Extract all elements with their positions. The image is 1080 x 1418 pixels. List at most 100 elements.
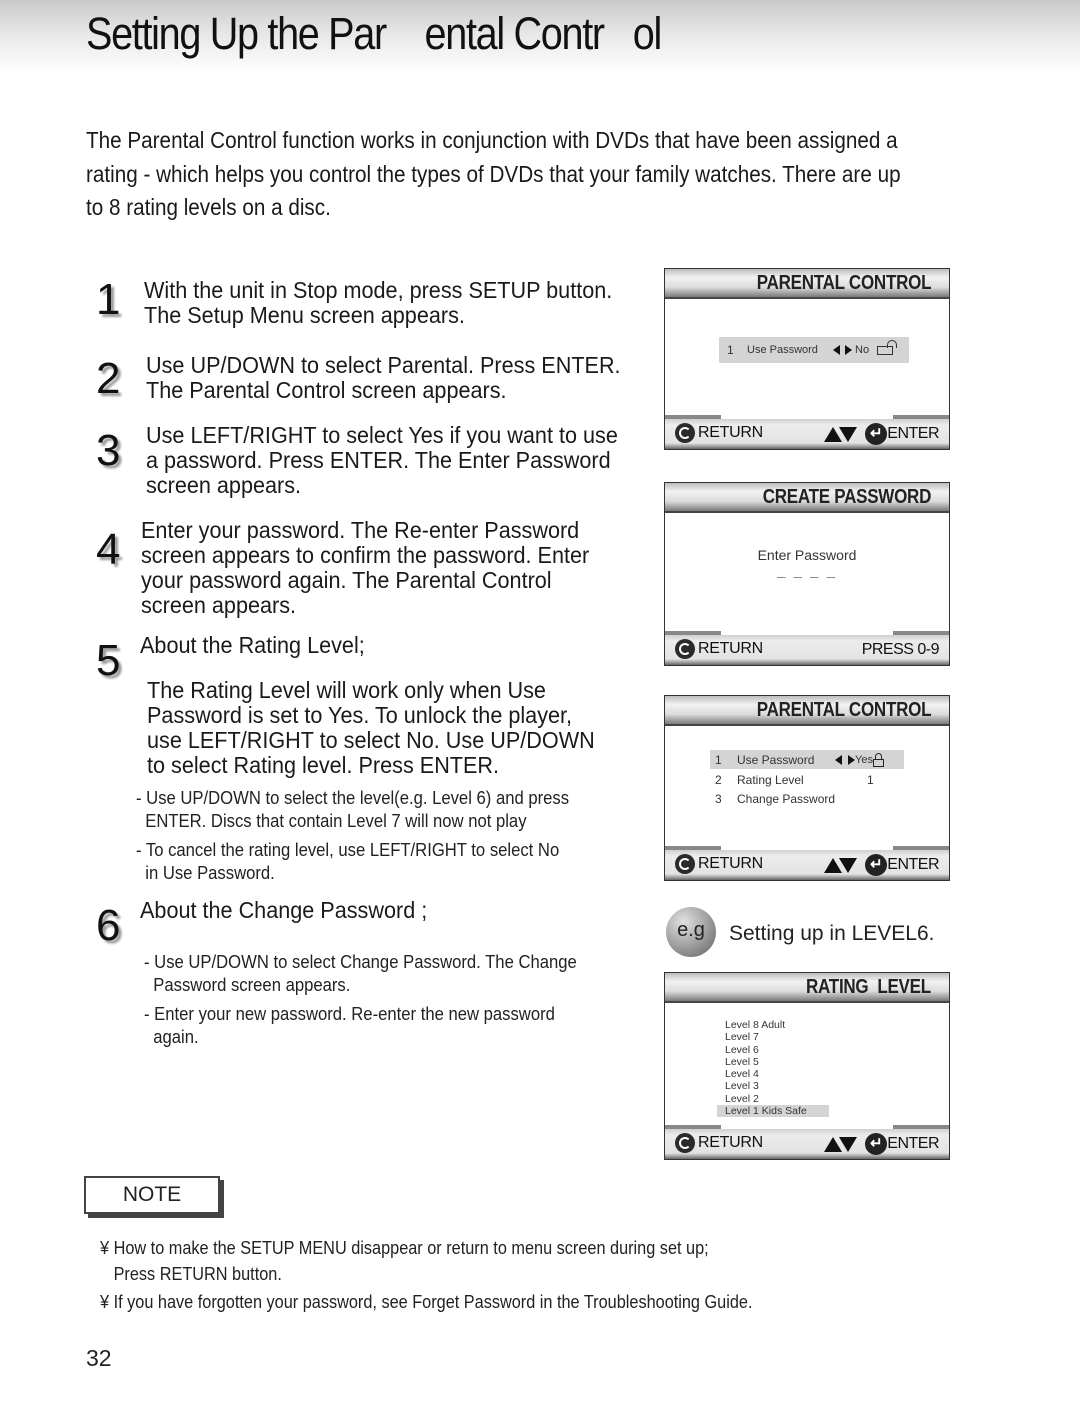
intro-paragraph: The Parental Control function works in c… bbox=[86, 124, 966, 225]
page-number: 32 bbox=[86, 1345, 112, 1371]
step-text: to select Rating level. Press ENTER. bbox=[147, 752, 500, 778]
menu-row-use-password[interactable]: 1 Use Password Yes bbox=[710, 750, 904, 769]
return-icon bbox=[675, 854, 695, 874]
step-heading: About the Rating Level; bbox=[140, 632, 365, 658]
menu-row-use-password[interactable]: 1 Use Password No bbox=[719, 337, 909, 363]
down-arrow-icon bbox=[839, 857, 858, 873]
enter-label[interactable]: ENTER bbox=[887, 425, 939, 443]
step-heading: About the Change Password ; bbox=[140, 897, 428, 923]
screen-header: RATING LEVEL bbox=[665, 973, 949, 1003]
step-text: screen appears. bbox=[146, 472, 302, 498]
return-button[interactable]: RETURN bbox=[675, 854, 763, 874]
step-number: 2 bbox=[96, 354, 121, 403]
row-value: Yes bbox=[855, 753, 873, 766]
row-label: Use Password bbox=[737, 752, 815, 767]
screen-title: CREATE PASSWORD bbox=[762, 486, 932, 508]
step-text: The Setup Menu screen appears. bbox=[144, 302, 465, 328]
arrow-left-icon[interactable] bbox=[833, 345, 840, 355]
step-text: screen appears. bbox=[141, 592, 297, 618]
return-button[interactable]: RETURN bbox=[675, 1133, 763, 1153]
down-arrow-icon bbox=[839, 426, 858, 442]
screen-header: PARENTAL CONTROL bbox=[665, 269, 949, 299]
rating-level-option[interactable]: Level 7 bbox=[717, 1031, 829, 1043]
step-text: use LEFT/RIGHT to select No. Use UP/DOWN bbox=[147, 727, 595, 753]
screen-body: Enter Password _ _ _ _ bbox=[665, 513, 949, 635]
step-number: 3 bbox=[96, 426, 121, 475]
screen-body: 1 Use Password Yes 2 Rating Level 1 3 Ch… bbox=[665, 726, 949, 850]
screen-footer: RETURN ↵ ENTER bbox=[665, 1129, 949, 1159]
rating-level-option[interactable]: Level 4 bbox=[717, 1068, 829, 1080]
return-label: RETURN bbox=[698, 640, 763, 657]
screen-footer: RETURN ↵ ENTER bbox=[665, 850, 949, 880]
menu-row-change-password[interactable]: 3 Change Password bbox=[710, 790, 835, 808]
bullet-line: in Use Password. bbox=[136, 862, 275, 883]
step-text: a password. Press ENTER. The Enter Passw… bbox=[146, 447, 611, 473]
intro-line: rating - which helps you control the typ… bbox=[86, 160, 901, 187]
press-hint: PRESS 0-9 bbox=[861, 641, 940, 658]
rating-level-option[interactable]: Level 3 bbox=[717, 1080, 829, 1092]
menu-row-rating-level[interactable]: 2 Rating Level 1 bbox=[710, 771, 874, 789]
intro-line: The Parental Control function works in c… bbox=[86, 127, 898, 153]
rating-level-option[interactable]: Level 2 bbox=[717, 1093, 829, 1105]
bullet-line: - Use UP/DOWN to select the level(e.g. L… bbox=[136, 787, 570, 808]
rating-level-option[interactable]: Level 1 Kids Safe bbox=[717, 1105, 829, 1118]
enter-label[interactable]: ENTER bbox=[887, 856, 939, 874]
rating-level-option[interactable]: Level 8 Adult bbox=[717, 1019, 829, 1031]
nav-hints: ↵ ENTER bbox=[824, 1133, 939, 1155]
enter-icon: ↵ bbox=[865, 423, 888, 445]
password-prompt: Enter Password bbox=[757, 547, 857, 563]
screen-parental-control-no: PARENTAL CONTROL 1 Use Password No RETUR… bbox=[664, 268, 950, 450]
note-line: ¥ How to make the SETUP MENU disappear o… bbox=[100, 1237, 709, 1258]
return-button[interactable]: RETURN bbox=[675, 639, 763, 659]
screen-title: RATING LEVEL bbox=[806, 976, 931, 998]
bullet-line: again. bbox=[144, 1026, 199, 1047]
return-button[interactable]: RETURN bbox=[675, 423, 763, 443]
password-input[interactable]: _ _ _ _ bbox=[665, 563, 949, 580]
arrow-right-icon[interactable] bbox=[848, 754, 855, 765]
bullet-line: - To cancel the rating level, use LEFT/R… bbox=[136, 839, 560, 860]
screen-title: PARENTAL CONTROL bbox=[756, 272, 932, 294]
return-label: RETURN bbox=[698, 1134, 763, 1151]
step-text: The Parental Control screen appears. bbox=[146, 377, 507, 403]
row-value: 1 bbox=[867, 773, 874, 787]
intro-line: to 8 rating levels on a disc. bbox=[86, 194, 331, 220]
note-label: NOTE bbox=[84, 1176, 220, 1214]
arrow-right-icon[interactable] bbox=[845, 345, 852, 355]
step-number: 6 bbox=[96, 901, 121, 950]
enter-icon: ↵ bbox=[865, 1133, 888, 1155]
row-value: No bbox=[855, 344, 870, 356]
page-title: Setting Up the Par ental Contr ol bbox=[86, 8, 662, 59]
down-arrow-icon bbox=[839, 1136, 858, 1152]
screen-body: 1 Use Password No bbox=[665, 299, 949, 419]
nav-hints: ↵ ENTER bbox=[824, 854, 939, 876]
row-number: 1 bbox=[727, 343, 734, 357]
step-number: 1 bbox=[96, 275, 121, 324]
return-icon bbox=[675, 423, 695, 443]
step-text: screen appears to confirm the password. … bbox=[141, 542, 590, 568]
step-text: Enter your password. The Re-enter Passwo… bbox=[141, 517, 580, 543]
rating-level-option[interactable]: Level 5 bbox=[717, 1056, 829, 1068]
arrow-left-icon[interactable] bbox=[835, 754, 842, 765]
screen-header: CREATE PASSWORD bbox=[665, 483, 949, 513]
bullet-line: ENTER. Discs that contain Level 7 will n… bbox=[136, 810, 527, 831]
enter-label[interactable]: ENTER bbox=[887, 1135, 939, 1153]
return-icon bbox=[675, 1133, 695, 1153]
step-text: Use LEFT/RIGHT to select Yes if you want… bbox=[146, 422, 618, 448]
screen-parental-control-yes: PARENTAL CONTROL 1 Use Password Yes 2 Ra… bbox=[664, 695, 950, 881]
row-number: 1 bbox=[715, 752, 722, 767]
return-icon bbox=[675, 639, 695, 659]
note-line: Press RETURN button. bbox=[100, 1263, 282, 1284]
row-label: Use Password bbox=[747, 344, 818, 356]
step-text: Password is set to Yes. To unlock the pl… bbox=[147, 702, 573, 728]
row-label: Change Password bbox=[737, 792, 836, 806]
example-text: Setting up in LEVEL6. bbox=[729, 922, 935, 945]
return-label: RETURN bbox=[698, 424, 763, 441]
screen-footer: RETURN ↵ ENTER bbox=[665, 419, 949, 449]
row-number: 3 bbox=[715, 792, 722, 806]
step-text: your password again. The Parental Contro… bbox=[141, 567, 552, 593]
example-badge: e.g bbox=[666, 907, 716, 957]
screen-body: Level 8 Adult Level 7 Level 6 Level 5 Level … bbox=[665, 1003, 949, 1129]
screen-footer: RETURN PRESS 0-9 bbox=[665, 635, 949, 665]
bullet-line: - Enter your new password. Re-enter the … bbox=[144, 1003, 555, 1024]
rating-level-option[interactable]: Level 6 bbox=[717, 1044, 829, 1056]
